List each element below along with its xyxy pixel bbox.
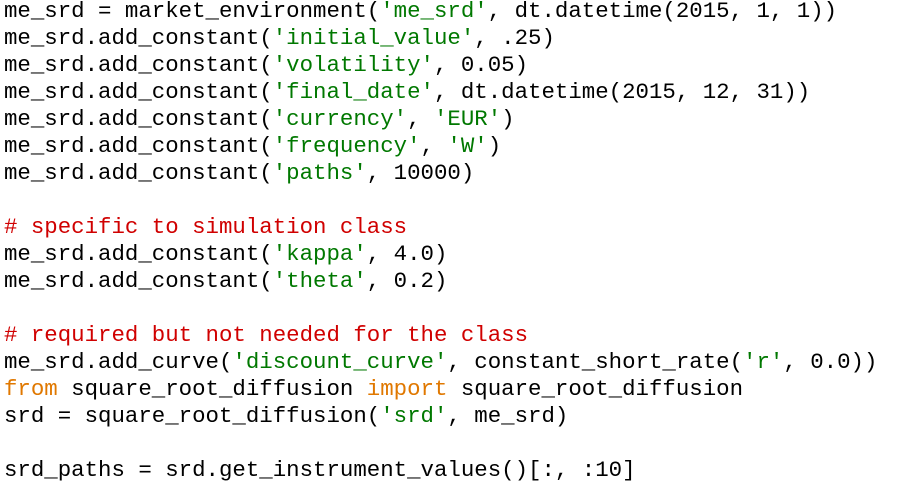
code-string: 'kappa' <box>272 241 367 267</box>
code-comment: # required but not needed for the class <box>4 322 529 348</box>
code-text: , me_srd) <box>447 403 569 429</box>
code-string: 'me_srd' <box>380 0 488 24</box>
code-text: srd_paths = srd.get_instrument_values()[… <box>4 457 636 483</box>
code-text: srd = square_root_diffusion( <box>4 403 381 429</box>
code-text: me_srd.add_constant( <box>4 133 273 159</box>
code-text: me_srd = market_environment( <box>4 0 381 24</box>
code-line: me_srd.add_constant('paths', 10000) <box>4 160 877 187</box>
code-line: srd_paths = srd.get_instrument_values()[… <box>4 457 877 484</box>
code-line: me_srd.add_constant('initial_value', .25… <box>4 25 877 52</box>
code-text: , .25) <box>474 25 555 51</box>
code-text: ) <box>501 106 515 132</box>
code-text: , <box>407 106 434 132</box>
code-editor[interactable]: me_srd = market_environment('me_srd', dt… <box>4 0 877 484</box>
code-string: 'volatility' <box>272 52 434 78</box>
code-keyword: from <box>4 376 58 402</box>
code-text: , 0.05) <box>433 52 529 78</box>
code-text: me_srd.add_constant( <box>4 79 273 105</box>
code-text: square_root_diffusion <box>447 376 744 402</box>
code-string: 'discount_curve' <box>232 349 448 375</box>
code-string: 'EUR' <box>433 106 502 132</box>
code-text: , 4.0) <box>366 241 448 267</box>
code-line: me_srd.add_constant('theta', 0.2) <box>4 268 877 295</box>
code-line: me_srd.add_constant('kappa', 4.0) <box>4 241 877 268</box>
code-text: , 0.2) <box>366 268 448 294</box>
code-text: me_srd.add_constant( <box>4 25 273 51</box>
code-text: me_srd.add_constant( <box>4 52 273 78</box>
code-string: 'currency' <box>272 106 408 132</box>
code-text: square_root_diffusion <box>57 376 367 402</box>
code-string: 'frequency' <box>272 133 421 159</box>
code-string: 'final_date' <box>272 79 434 105</box>
code-text: , 0.0)) <box>783 349 878 375</box>
code-line: me_srd.add_curve('discount_curve', const… <box>4 349 877 376</box>
code-line: # required but not needed for the class <box>4 322 877 349</box>
code-text: me_srd.add_constant( <box>4 268 273 294</box>
code-string: 'srd' <box>380 403 448 429</box>
code-string: 'initial_value' <box>272 25 475 51</box>
code-string: 'theta' <box>272 268 367 294</box>
code-line: me_srd.add_constant('frequency', 'W') <box>4 133 877 160</box>
code-text: , dt.datetime(2015, 12, 31)) <box>433 79 811 105</box>
code-line: me_srd.add_constant('volatility', 0.05) <box>4 52 877 79</box>
code-text: me_srd.add_constant( <box>4 160 273 186</box>
code-string: 'r' <box>743 349 784 375</box>
code-string: 'paths' <box>272 160 367 186</box>
code-text: , dt.datetime(2015, 1, 1)) <box>487 0 838 24</box>
code-line: # specific to simulation class <box>4 214 877 241</box>
code-text: , constant_short_rate( <box>447 349 744 375</box>
code-line: me_srd.add_constant('currency', 'EUR') <box>4 106 877 133</box>
code-text: me_srd.add_constant( <box>4 241 273 267</box>
code-text: ) <box>487 133 502 159</box>
code-text: me_srd.add_curve( <box>4 349 233 375</box>
code-text: , <box>420 133 448 159</box>
code-line: from square_root_diffusion import square… <box>4 376 877 403</box>
code-line: me_srd = market_environment('me_srd', dt… <box>4 0 877 25</box>
code-line: srd = square_root_diffusion('srd', me_sr… <box>4 403 877 430</box>
code-string: 'W' <box>447 133 488 159</box>
code-line: me_srd.add_constant('final_date', dt.dat… <box>4 79 877 106</box>
code-text: me_srd.add_constant( <box>4 106 273 132</box>
code-comment: # specific to simulation class <box>4 214 408 240</box>
code-keyword: import <box>366 376 448 402</box>
code-text: , 10000) <box>366 160 475 186</box>
